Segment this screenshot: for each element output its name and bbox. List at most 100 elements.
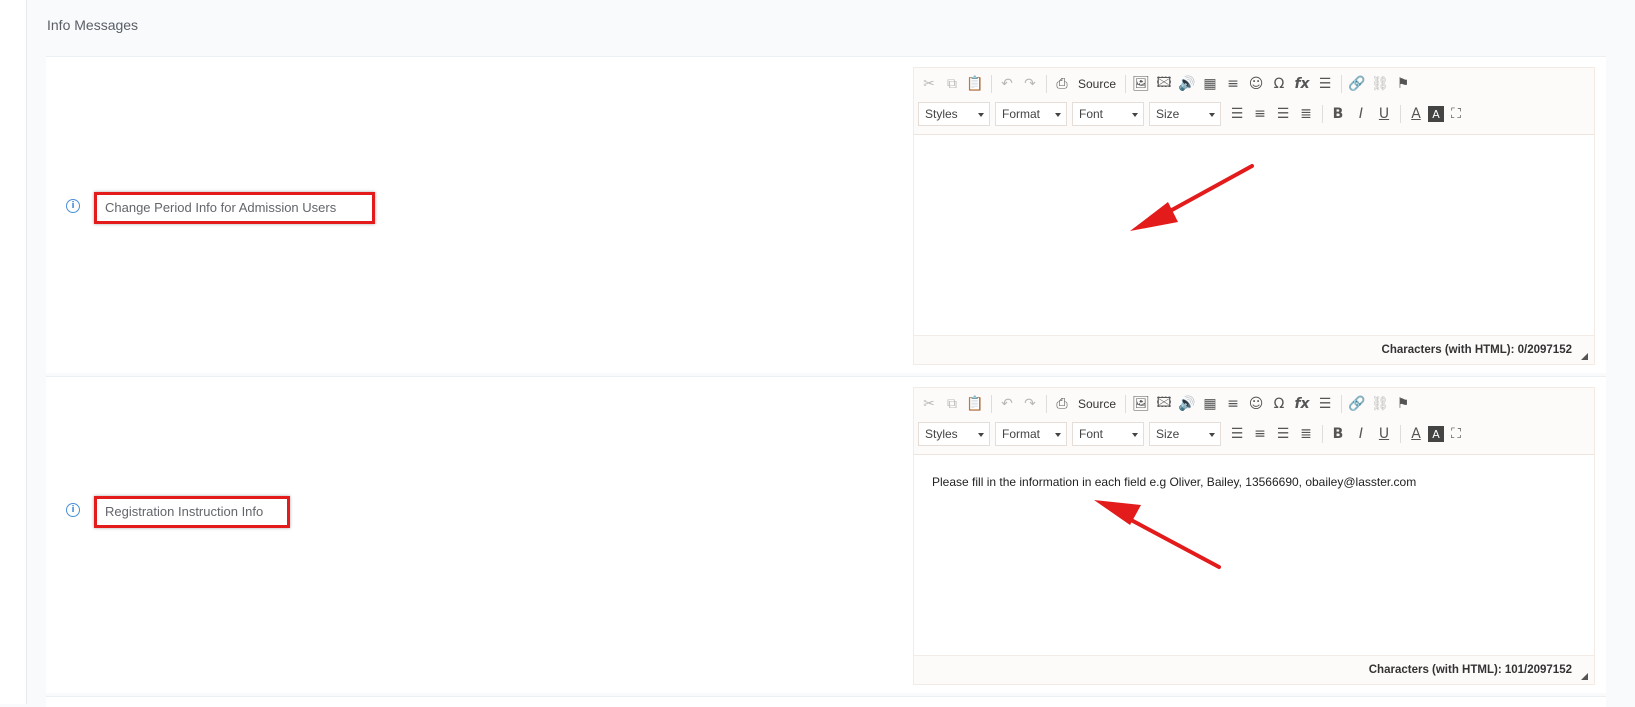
font-dropdown[interactable]: Font <box>1072 422 1144 446</box>
left-gutter <box>0 0 27 704</box>
bold-button[interactable]: B <box>1327 103 1349 125</box>
table-icon[interactable]: ▦ <box>1199 393 1221 415</box>
chevron-down-icon <box>1055 113 1061 117</box>
list-icon[interactable]: ☰ <box>1314 393 1336 415</box>
image-upload-icon[interactable]: 🖾 <box>1153 393 1175 415</box>
horizontal-line-icon[interactable]: ≡ <box>1222 73 1244 95</box>
toolbar-row-2: Styles Format Font Size ☰ ≡ ☰ ≣ B I U A … <box>918 101 1468 127</box>
chevron-down-icon <box>1209 113 1215 117</box>
redo-icon[interactable]: ↷ <box>1019 73 1041 95</box>
italic-button[interactable]: I <box>1350 423 1372 445</box>
underline-button[interactable]: U <box>1373 423 1395 445</box>
align-center-icon[interactable]: ≡ <box>1249 423 1271 445</box>
audio-icon[interactable]: 🔊 <box>1176 393 1198 415</box>
toolbar-row-1: ✂ ⧉ 📋 ↶ ↷ ⎙ Source 🖼 🖾 🔊 ▦ ≡ ☺ Ω fx ☰ 🔗 … <box>918 71 1415 97</box>
horizontal-line-icon[interactable]: ≡ <box>1222 393 1244 415</box>
info-icon[interactable]: i <box>66 199 80 213</box>
align-right-icon[interactable]: ☰ <box>1272 103 1294 125</box>
audio-icon[interactable]: 🔊 <box>1176 73 1198 95</box>
anchor-flag-icon[interactable]: ⚑ <box>1392 73 1414 95</box>
link-icon[interactable]: 🔗 <box>1346 393 1368 415</box>
table-icon[interactable]: ▦ <box>1199 73 1221 95</box>
background-color-button[interactable]: A <box>1428 426 1444 442</box>
toolbar-row-1: ✂ ⧉ 📋 ↶ ↷ ⎙ Source 🖼 🖾 🔊 ▦ ≡ ☺ Ω fx ☰ 🔗 … <box>918 391 1415 417</box>
styles-dropdown-label: Styles <box>925 427 958 441</box>
size-dropdown[interactable]: Size <box>1149 422 1221 446</box>
redo-icon[interactable]: ↷ <box>1019 393 1041 415</box>
resize-grip-icon[interactable] <box>1581 673 1588 680</box>
source-icon[interactable]: ⎙ <box>1051 73 1073 95</box>
smiley-icon[interactable]: ☺ <box>1245 73 1267 95</box>
toolbar-separator <box>1125 75 1127 93</box>
link-icon[interactable]: 🔗 <box>1346 73 1368 95</box>
editor-content-area[interactable] <box>914 135 1594 325</box>
formula-icon[interactable]: fx <box>1291 73 1313 95</box>
toolbar-separator <box>1400 105 1401 123</box>
text-color-button[interactable]: A <box>1405 423 1427 445</box>
styles-dropdown[interactable]: Styles <box>918 102 990 126</box>
maximize-icon[interactable]: ⛶ <box>1445 103 1467 125</box>
resize-grip-icon[interactable] <box>1581 353 1588 360</box>
toolbar-separator <box>1341 395 1343 413</box>
styles-dropdown-label: Styles <box>925 107 958 121</box>
chevron-down-icon <box>978 433 984 437</box>
toolbar-separator <box>1322 105 1323 123</box>
cut-icon[interactable]: ✂ <box>918 73 940 95</box>
special-char-icon[interactable]: Ω <box>1268 393 1290 415</box>
source-icon[interactable]: ⎙ <box>1051 393 1073 415</box>
paste-icon[interactable]: 📋 <box>964 393 986 415</box>
image-icon[interactable]: 🖼 <box>1130 393 1152 415</box>
copy-icon[interactable]: ⧉ <box>941 393 963 415</box>
toolbar-separator <box>1341 75 1343 93</box>
anchor-flag-icon[interactable]: ⚑ <box>1392 393 1414 415</box>
undo-icon[interactable]: ↶ <box>996 393 1018 415</box>
font-dropdown[interactable]: Font <box>1072 102 1144 126</box>
bold-button[interactable]: B <box>1327 423 1349 445</box>
format-dropdown-label: Format <box>1002 427 1041 441</box>
format-dropdown[interactable]: Format <box>995 422 1067 446</box>
unlink-icon[interactable]: ⛓ <box>1369 73 1391 95</box>
text-color-button[interactable]: A <box>1405 103 1427 125</box>
align-justify-icon[interactable]: ≣ <box>1295 423 1317 445</box>
source-button[interactable]: Source <box>1074 73 1120 95</box>
special-char-icon[interactable]: Ω <box>1268 73 1290 95</box>
italic-button[interactable]: I <box>1350 103 1372 125</box>
toolbar-separator <box>991 75 992 93</box>
size-dropdown[interactable]: Size <box>1149 102 1221 126</box>
format-dropdown[interactable]: Format <box>995 102 1067 126</box>
align-center-icon[interactable]: ≡ <box>1249 103 1271 125</box>
toolbar-separator <box>1046 75 1047 93</box>
undo-icon[interactable]: ↶ <box>996 73 1018 95</box>
image-icon[interactable]: 🖼 <box>1130 73 1152 95</box>
image-upload-icon[interactable]: 🖾 <box>1153 73 1175 95</box>
field-card-registration-instruction: i Registration Instruction Info ✂ ⧉ 📋 ↶ … <box>46 376 1606 693</box>
smiley-icon[interactable]: ☺ <box>1245 393 1267 415</box>
field-label-registration-instruction: Registration Instruction Info <box>94 496 290 528</box>
formula-icon[interactable]: fx <box>1291 393 1313 415</box>
maximize-icon[interactable]: ⛶ <box>1445 423 1467 445</box>
source-button[interactable]: Source <box>1074 393 1120 415</box>
toolbar-separator <box>991 395 992 413</box>
align-left-icon[interactable]: ☰ <box>1226 423 1248 445</box>
toolbar-separator <box>1125 395 1127 413</box>
align-left-icon[interactable]: ☰ <box>1226 103 1248 125</box>
copy-icon[interactable]: ⧉ <box>941 73 963 95</box>
chevron-down-icon <box>1132 433 1138 437</box>
list-icon[interactable]: ☰ <box>1314 73 1336 95</box>
unlink-icon[interactable]: ⛓ <box>1369 393 1391 415</box>
align-justify-icon[interactable]: ≣ <box>1295 103 1317 125</box>
paste-icon[interactable]: 📋 <box>964 73 986 95</box>
styles-dropdown[interactable]: Styles <box>918 422 990 446</box>
chevron-down-icon <box>1132 113 1138 117</box>
background-color-button[interactable]: A <box>1428 106 1444 122</box>
font-dropdown-label: Font <box>1079 427 1104 441</box>
character-count: Characters (with HTML): 0/2097152 <box>914 335 1594 364</box>
rich-text-editor-registration-instruction: ✂ ⧉ 📋 ↶ ↷ ⎙ Source 🖼 🖾 🔊 ▦ ≡ ☺ Ω fx ☰ 🔗 … <box>913 387 1595 685</box>
align-right-icon[interactable]: ☰ <box>1272 423 1294 445</box>
cut-icon[interactable]: ✂ <box>918 393 940 415</box>
editor-content-area[interactable]: Please fill in the information in each f… <box>914 455 1594 645</box>
toolbar-separator <box>1322 425 1323 443</box>
info-icon[interactable]: i <box>66 503 80 517</box>
editor-toolbar: ✂ ⧉ 📋 ↶ ↷ ⎙ Source 🖼 🖾 🔊 ▦ ≡ ☺ Ω fx ☰ 🔗 … <box>914 68 1594 135</box>
underline-button[interactable]: U <box>1373 103 1395 125</box>
